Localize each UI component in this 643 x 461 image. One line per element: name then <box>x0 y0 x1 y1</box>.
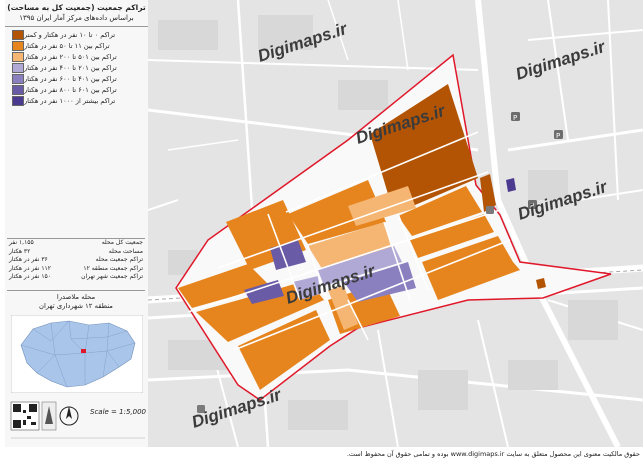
north-arrow-icon <box>59 406 79 426</box>
legend-item: تراکم بین ۱۱ تا ۵۰ نفر در هکتار <box>8 41 145 51</box>
copyright-footer: حقوق مالکیت معنوی این محصول متعلق به سای… <box>346 450 640 458</box>
stat-label: مساحت محله <box>108 247 143 255</box>
legend-label: تراکم بین ۶۰۱ تا ۸۰۰ نفر در هکتار <box>24 86 117 94</box>
legend-swatch <box>12 30 24 40</box>
stat-row: تراکم جمعیت محله ۳۶ نفر در هکتار <box>7 256 145 265</box>
legend-label: تراکم بیشتر از ۱۰۰۰ نفر در هکتار <box>24 97 116 105</box>
legend-panel: تراکم جمعیت (جمعیت کل به مساحت) براساس د… <box>5 0 149 447</box>
legend-swatch <box>12 52 24 62</box>
statistics-table: جمعیت کل محله ۱,۱۵۵ نفر مساحت محله ۳۲ هک… <box>7 238 145 282</box>
legend-item: تراکم بین ۵۰۱ تا ۲۰۰ نفر در هکتار <box>8 52 145 62</box>
legend-swatch <box>12 85 24 95</box>
stat-value: ۳۲ هکتار <box>9 247 31 255</box>
brand-logo-icon <box>41 401 57 431</box>
stat-label: جمعیت کل محله <box>101 239 143 246</box>
stat-row: تراکم جمعیت شهر تهران ۱۵۰ نفر در هکتار <box>7 273 145 282</box>
legend-swatch <box>12 74 24 84</box>
legend-item: تراکم بین ۴۰۱ تا ۶۰۰ نفر در هکتار <box>8 74 145 84</box>
legend-item: تراکم بین ۶۰۱ تا ۸۰۰ نفر در هکتار <box>8 85 145 95</box>
scale-label: Scale = 1:5,000 <box>90 408 146 416</box>
parking-glyph: P <box>556 132 560 140</box>
location-marker <box>81 349 86 353</box>
legend-label: تراکم ۰ تا ۱۰ نفر در هکتار و کمتر <box>24 31 116 39</box>
legend-item: تراکم ۰ تا ۱۰ نفر در هکتار و کمتر <box>8 30 145 40</box>
stat-label: تراکم جمعیت منطقه ۱۲ <box>83 264 143 272</box>
legend-label: تراکم بین ۵۰۱ تا ۲۰۰ نفر در هکتار <box>24 53 117 61</box>
stat-row: جمعیت کل محله ۱,۱۵۵ نفر <box>7 239 145 248</box>
stat-value: ۱,۱۵۵ نفر <box>9 239 34 246</box>
map-subtitle: براساس داده‌های مرکز آمار ایران ۱۳۹۵ <box>5 13 148 27</box>
parking-glyph: P <box>513 114 517 122</box>
legend-item: تراکم بیشتر از ۱۰۰۰ نفر در هکتار <box>8 96 145 106</box>
qr-code-icon <box>10 401 40 431</box>
legend-swatch <box>12 63 24 73</box>
stat-value: ۱۱۲ نفر در هکتار <box>9 264 51 272</box>
legend-list: تراکم ۰ تا ۱۰ نفر در هکتار و کمتر تراکم … <box>5 27 148 106</box>
legend-label: تراکم بین ۱۱ تا ۵۰ نفر در هکتار <box>24 42 110 50</box>
legend-label: تراکم بین ۲۰۱ تا ۴۰۰ نفر در هکتار <box>24 64 117 72</box>
neighborhood-name: محله ملاصدرا <box>56 293 96 301</box>
stat-label: تراکم جمعیت شهر تهران <box>81 273 143 280</box>
legend-label: تراکم بین ۴۰۱ تا ۶۰۰ نفر در هکتار <box>24 75 117 83</box>
legend-swatch <box>12 96 24 106</box>
stat-value: ۱۵۰ نفر در هکتار <box>9 273 51 280</box>
stat-row: تراکم جمعیت منطقه ۱۲ ۱۱۲ نفر در هکتار <box>7 265 145 274</box>
map-title: تراکم جمعیت (جمعیت کل به مساحت) <box>7 3 146 12</box>
map-footer-graphics <box>10 401 145 439</box>
metro-icon[interactable] <box>486 206 494 214</box>
locator-inset-map <box>11 315 143 393</box>
map-sheet: تراکم جمعیت (جمعیت کل به مساحت) براساس د… <box>0 0 643 461</box>
legend-swatch <box>12 41 24 51</box>
legend-item: تراکم بین ۲۰۱ تا ۴۰۰ نفر در هکتار <box>8 63 145 73</box>
stat-row: مساحت محله ۳۲ هکتار <box>7 248 145 257</box>
map-canvas[interactable]: P P P Digimaps.ir Digimaps.ir Digimaps.i… <box>148 0 643 447</box>
district-name: منطقه ۱۲ شهرداری تهران <box>39 302 113 310</box>
stat-label: تراکم جمعیت محله <box>95 256 143 263</box>
district-label: محله ملاصدرا منطقه ۱۲ شهرداری تهران <box>7 290 145 311</box>
stat-value: ۳۶ نفر در هکتار <box>9 256 48 263</box>
